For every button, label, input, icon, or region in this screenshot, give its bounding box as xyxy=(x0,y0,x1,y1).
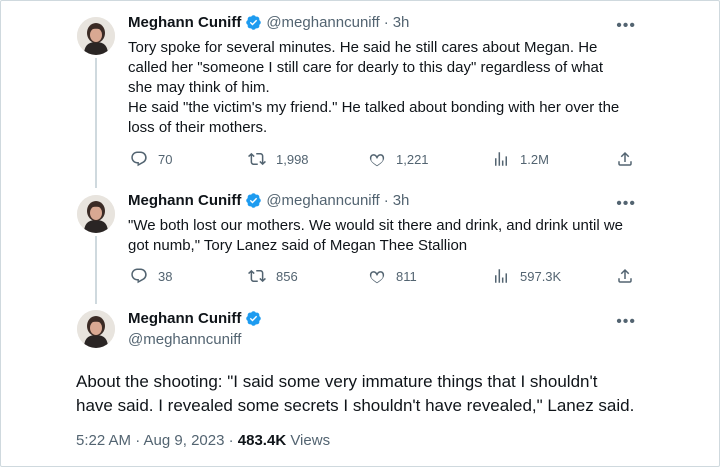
tweet-meta: 5:22 AM · Aug 9, 2023 · 483.4K Views xyxy=(76,432,330,449)
share-icon xyxy=(618,268,632,283)
tweet-timestamp[interactable]: 5:22 AM · Aug 9, 2023 · xyxy=(76,432,238,449)
author-name[interactable]: Meghann Cuniff xyxy=(128,192,241,209)
retweet-button[interactable]: 1,998 xyxy=(248,150,368,168)
tweet-text: "We both lost our mothers. We would sit … xyxy=(128,216,688,256)
share-button[interactable] xyxy=(616,150,644,168)
reply-icon xyxy=(131,151,147,167)
views-count: 483.4K xyxy=(237,432,287,449)
more-icon[interactable]: ••• xyxy=(616,196,636,212)
views-count: 597.3K xyxy=(520,268,562,284)
reply-button[interactable]: 70 xyxy=(130,150,248,168)
avatar[interactable] xyxy=(77,195,115,233)
tweet-header: Meghann Cuniff @meghanncuniff · 3h xyxy=(128,14,409,31)
like-count: 811 xyxy=(396,268,417,284)
tweet-text-line: He said "the victim's my friend." He tal… xyxy=(128,99,620,116)
views-icon xyxy=(495,152,507,166)
share-button[interactable] xyxy=(616,267,644,285)
retweet-button[interactable]: 856 xyxy=(248,267,368,285)
verified-badge-icon xyxy=(245,310,262,327)
views-button[interactable]: 1.2M xyxy=(492,150,616,168)
reply-count: 38 xyxy=(158,268,173,284)
tweet-text-line: About the shooting: "I said some very im… xyxy=(76,372,598,391)
tweet-text: Tory spoke for several minutes. He said … xyxy=(128,38,688,138)
reply-button[interactable]: 38 xyxy=(130,267,248,285)
views-label: Views xyxy=(286,432,331,449)
avatar-image xyxy=(77,195,115,233)
thread-line xyxy=(95,58,97,188)
tweet-text-line: called her "someone I still care for dea… xyxy=(128,59,604,76)
avatar-image xyxy=(77,17,115,55)
tweet-actions: 38 856 811 597.3K xyxy=(130,267,644,285)
separator-dot: · xyxy=(383,14,389,31)
author-handle[interactable]: @meghanncuniff xyxy=(128,331,241,348)
views-icon xyxy=(495,269,507,283)
avatar[interactable] xyxy=(77,310,115,348)
views-count: 1.2M xyxy=(520,151,549,167)
verified-badge-icon xyxy=(245,192,262,209)
separator-dot: · xyxy=(383,192,389,209)
tweet-text-line: loss of their mothers. xyxy=(128,119,268,136)
retweet-icon xyxy=(248,152,266,166)
author-handle[interactable]: @meghanncuniff xyxy=(266,192,379,209)
like-button[interactable]: 1,221 xyxy=(368,150,492,168)
tweet-time[interactable]: 3h xyxy=(393,14,410,31)
views-button[interactable]: 597.3K xyxy=(492,267,616,285)
tweet-text-line: "We both lost our mothers. We would sit … xyxy=(128,217,624,234)
reply-count: 70 xyxy=(158,151,173,167)
author-name[interactable]: Meghann Cuniff xyxy=(128,310,241,327)
main-tweet-handle-row: @meghanncuniff xyxy=(128,331,241,348)
thread-line xyxy=(95,236,97,304)
reply-icon xyxy=(131,268,147,284)
like-count: 1,221 xyxy=(396,151,429,167)
like-icon xyxy=(369,154,385,167)
tweet-text-line: have said. I revealed some secrets I sho… xyxy=(76,396,635,415)
more-icon[interactable]: ••• xyxy=(616,314,636,330)
main-tweet-header: Meghann Cuniff xyxy=(128,310,266,327)
retweet-count: 1,998 xyxy=(276,151,309,167)
retweet-icon xyxy=(248,269,266,283)
like-button[interactable]: 811 xyxy=(368,267,492,285)
main-tweet-text: About the shooting: "I said some very im… xyxy=(76,370,676,418)
verified-badge-icon xyxy=(245,14,262,31)
tweet-actions: 70 1,998 1,221 1.2M xyxy=(130,150,644,168)
tweet-text-line: got numb," Tory Lanez said of Megan Thee… xyxy=(128,237,468,254)
author-handle[interactable]: @meghanncuniff xyxy=(266,14,379,31)
avatar[interactable] xyxy=(77,17,115,55)
tweet-text-line: Tory spoke for several minutes. He said … xyxy=(128,39,598,56)
tweet-text-line: she may think of him. xyxy=(128,79,270,96)
more-icon[interactable]: ••• xyxy=(616,18,636,34)
share-icon xyxy=(618,151,632,166)
retweet-count: 856 xyxy=(276,268,298,284)
tweet-header: Meghann Cuniff @meghanncuniff · 3h xyxy=(128,192,409,209)
like-icon xyxy=(369,271,385,284)
author-name[interactable]: Meghann Cuniff xyxy=(128,14,241,31)
avatar-image xyxy=(77,310,115,348)
tweet-time[interactable]: 3h xyxy=(393,192,410,209)
